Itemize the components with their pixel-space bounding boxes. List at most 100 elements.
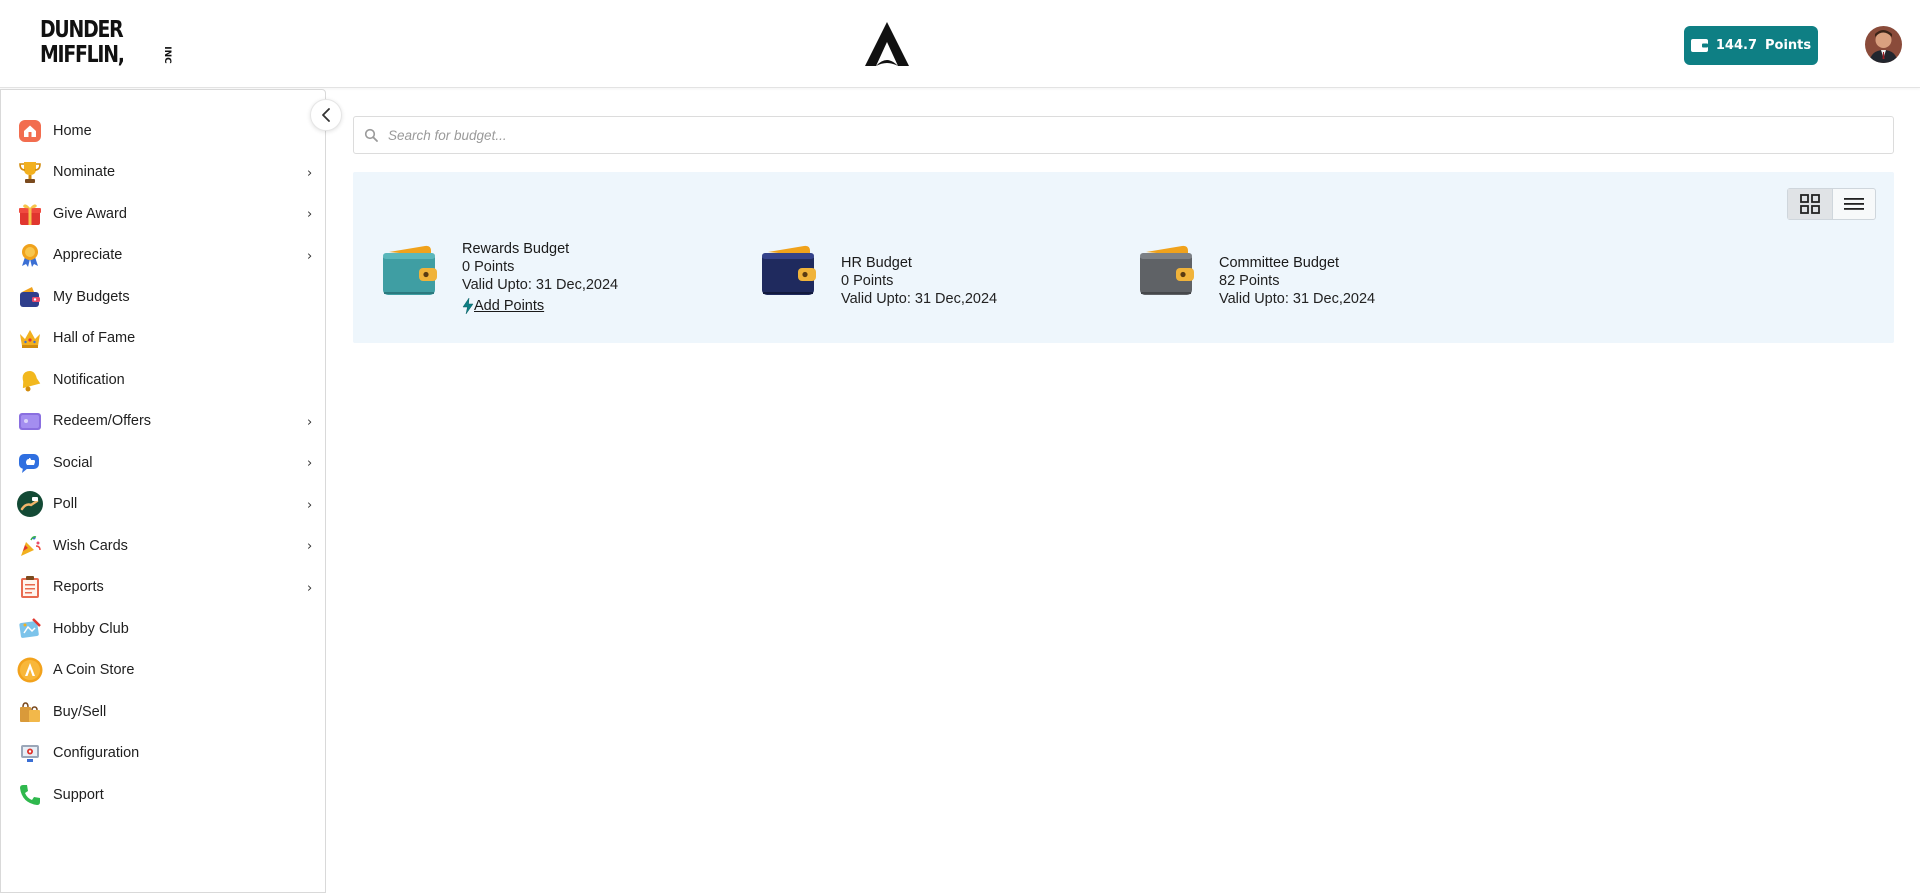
gift-icon — [17, 201, 43, 227]
list-view-button[interactable] — [1831, 189, 1876, 219]
budget-validity: Valid Upto: 31 Dec,2024 — [841, 291, 998, 307]
sidebar-item-nominate[interactable]: Nominate › — [0, 152, 326, 194]
sidebar-item-label: Home — [53, 122, 92, 139]
chevron-right-icon: › — [307, 248, 313, 264]
coin-icon — [17, 657, 43, 683]
add-points-label: Add Points — [474, 298, 545, 314]
logo-line-2: MIFFLIN, — [40, 42, 125, 68]
sidebar-item-wish-cards[interactable]: Wish Cards › — [0, 525, 326, 567]
avatar-portrait-icon — [1865, 26, 1902, 63]
phone-icon — [17, 782, 43, 808]
medal-icon — [17, 242, 43, 268]
clipboard-icon — [17, 574, 43, 600]
view-toggle — [1787, 188, 1876, 220]
logo-line-1: DUNDER — [40, 17, 124, 43]
sidebar-item-label: Notification — [53, 371, 125, 388]
teal-wallet-icon — [383, 245, 437, 295]
sidebar-item-label: Redeem/Offers — [53, 413, 152, 430]
sidebar-item-label: Social — [53, 454, 93, 471]
budget-name: Committee Budget — [1219, 255, 1340, 271]
bell-icon — [17, 367, 43, 393]
sidebar-item-label: Configuration — [53, 745, 140, 762]
logo-inc: INC — [161, 46, 172, 64]
budget-card-hr[interactable]: HR Budget 0 Points Valid Upto: 31 Dec,20… — [760, 240, 1090, 330]
top-header: DUNDER MIFFLIN, INC 144.7 Points — [0, 0, 1920, 88]
shopping-bags-icon — [17, 699, 43, 725]
budget-validity: Valid Upto: 31 Dec,2024 — [462, 277, 619, 293]
budget-name: Rewards Budget — [462, 241, 570, 257]
sidebar-item-poll[interactable]: Poll › — [0, 484, 326, 526]
sidebar-item-support[interactable]: Support — [0, 774, 326, 816]
add-points-link[interactable]: Add Points — [462, 297, 618, 315]
sidebar-item-hall-of-fame[interactable]: Hall of Fame — [0, 318, 326, 360]
chevron-right-icon: › — [307, 414, 313, 430]
grey-wallet-icon — [1140, 245, 1194, 295]
sidebar-item-label: Nominate — [53, 164, 116, 181]
sidebar-item-label: My Budgets — [53, 288, 130, 305]
collapse-sidebar-button[interactable] — [310, 99, 342, 131]
crown-icon — [17, 325, 43, 351]
sidebar-item-a-coin-store[interactable]: A Coin Store — [0, 650, 326, 692]
sidebar-item-label: Appreciate — [53, 247, 123, 264]
company-logo[interactable]: DUNDER MIFFLIN, INC — [40, 17, 172, 74]
sidebar-item-label: Hall of Fame — [53, 330, 136, 347]
sidebar-item-label: Hobby Club — [53, 620, 129, 637]
search-input[interactable] — [388, 127, 1765, 143]
voucher-icon — [17, 408, 43, 434]
sidebar-item-label: Reports — [53, 579, 104, 596]
sidebar-item-redeem-offers[interactable]: Redeem/Offers › — [0, 401, 326, 443]
menu-lines-icon — [1843, 198, 1864, 210]
grid-view-button[interactable] — [1788, 189, 1832, 219]
chat-icon — [17, 450, 43, 476]
points-label: Points — [1765, 38, 1812, 53]
home-icon — [17, 118, 43, 144]
sidebar-item-my-budgets[interactable]: My Budgets — [0, 276, 326, 318]
budget-points: 82 Points — [1219, 273, 1280, 289]
sidebar-item-give-award[interactable]: Give Award › — [0, 193, 326, 235]
budget-name: HR Budget — [841, 255, 912, 271]
sidebar-item-social[interactable]: Social › — [0, 442, 326, 484]
budget-validity: Valid Upto: 31 Dec,2024 — [1219, 291, 1376, 307]
chevron-right-icon: › — [307, 207, 313, 222]
sidebar-item-home[interactable]: Home — [0, 110, 326, 152]
search-icon — [364, 128, 378, 142]
lightning-icon — [462, 298, 474, 314]
chevron-left-icon — [322, 108, 330, 122]
navy-wallet-icon — [762, 245, 816, 295]
sidebar-item-notification[interactable]: Notification — [0, 359, 326, 401]
sidebar-item-label: Support — [53, 786, 104, 803]
palette-icon — [17, 616, 43, 642]
points-value: 144.7 — [1715, 38, 1757, 53]
sidebar-item-buy-sell[interactable]: Buy/Sell — [0, 691, 326, 733]
chevron-right-icon: › — [307, 580, 313, 596]
budget-search-bar[interactable] — [353, 116, 1894, 154]
sidebar-item-label: Buy/Sell — [53, 703, 107, 720]
sidebar-item-configuration[interactable]: Configuration — [0, 733, 326, 775]
budget-points: 0 Points — [462, 259, 515, 275]
chevron-right-icon: › — [307, 456, 313, 471]
chevron-right-icon: › — [307, 165, 313, 181]
brand-a-logo-icon[interactable] — [862, 20, 912, 68]
chevron-right-icon: › — [307, 539, 313, 554]
settings-monitor-icon — [17, 740, 43, 766]
sidebar-item-hobby-club[interactable]: Hobby Club — [0, 608, 326, 650]
sidebar-item-label: Poll — [53, 496, 78, 513]
budget-card-rewards[interactable]: Rewards Budget 0 Points Valid Upto: 31 D… — [381, 240, 711, 330]
sidebar-item-appreciate[interactable]: Appreciate › — [0, 235, 326, 277]
trophy-icon — [17, 159, 43, 185]
sidebar-item-label: Wish Cards — [53, 537, 128, 554]
chevron-right-icon: › — [307, 497, 313, 513]
sidebar-nav: Home Nominate › Give Award › Appreciate … — [0, 110, 326, 816]
wallet-icon — [1690, 39, 1708, 52]
budget-card-committee[interactable]: Committee Budget 82 Points Valid Upto: 3… — [1138, 240, 1468, 330]
wallet-icon — [17, 284, 43, 310]
budget-points: 0 Points — [841, 273, 894, 289]
party-popper-icon — [17, 533, 43, 559]
user-avatar[interactable] — [1865, 26, 1902, 63]
sidebar-item-reports[interactable]: Reports › — [0, 567, 326, 609]
poll-icon — [17, 491, 43, 518]
sidebar-item-label: A Coin Store — [53, 662, 135, 679]
sidebar-item-label: Give Award — [53, 205, 127, 222]
grid-icon — [1799, 194, 1820, 214]
points-balance-button[interactable]: 144.7 Points — [1684, 26, 1818, 65]
